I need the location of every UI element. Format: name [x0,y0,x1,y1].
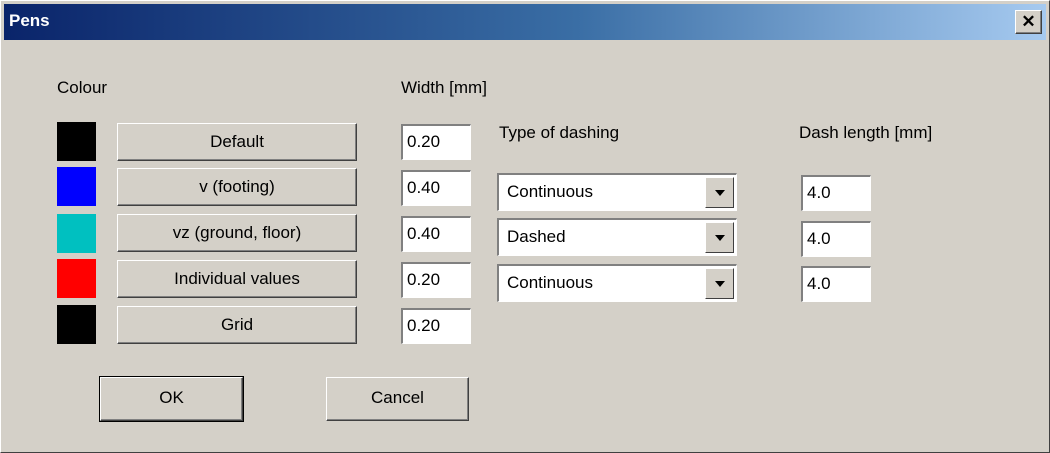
width-header: Width [mm] [401,78,487,97]
dashing-select-value: Continuous [507,182,594,201]
pen-button-grid[interactable]: Grid [117,306,357,344]
dashing-select-v-footing[interactable]: Continuous [497,173,737,211]
ok-button[interactable]: OK [99,376,244,422]
title-bar: Pens ✕ [4,4,1046,40]
width-input-default[interactable]: 0.20 [401,124,471,160]
pen-color-swatch-vz-ground-floor[interactable] [57,214,96,253]
dashing-select-value: Dashed [507,227,566,246]
type-of-dashing-header: Type of dashing [499,123,620,142]
pen-color-swatch-default[interactable] [57,122,96,161]
close-button[interactable]: ✕ [1015,10,1042,34]
width-input-v-footing[interactable]: 0.40 [401,170,471,206]
pen-button-v-footing[interactable]: v (footing) [117,168,357,206]
cancel-button[interactable]: Cancel [326,377,469,421]
close-icon: ✕ [1021,12,1036,31]
dash-length-input-v-footing[interactable]: 4.0 [801,175,871,211]
dashing-select-vz-ground-floor[interactable]: Dashed [497,218,737,256]
pen-color-swatch-v-footing[interactable] [57,167,96,206]
colour-header: Colour [57,78,108,97]
dash-length-header: Dash length [mm] [799,123,933,142]
pen-color-swatch-grid[interactable] [57,305,96,344]
chevron-down-icon[interactable] [705,268,734,299]
dash-length-input-vz-ground-floor[interactable]: 4.0 [801,221,871,257]
pen-button-vz-ground-floor[interactable]: vz (ground, floor) [117,214,357,252]
pen-button-default[interactable]: Default [117,123,357,161]
dash-length-input-individual-values[interactable]: 4.0 [801,266,871,302]
width-input-vz-ground-floor[interactable]: 0.40 [401,216,471,252]
width-input-individual-values[interactable]: 0.20 [401,262,471,298]
pen-color-swatch-individual-values[interactable] [57,259,96,298]
chevron-down-icon[interactable] [705,222,734,253]
dashing-select-value: Continuous [507,273,594,292]
dashing-select-individual-values[interactable]: Continuous [497,264,737,302]
width-input-grid[interactable]: 0.20 [401,308,471,344]
pen-button-individual-values[interactable]: Individual values [117,260,357,298]
window-title: Pens [9,11,50,30]
chevron-down-icon[interactable] [705,177,734,208]
